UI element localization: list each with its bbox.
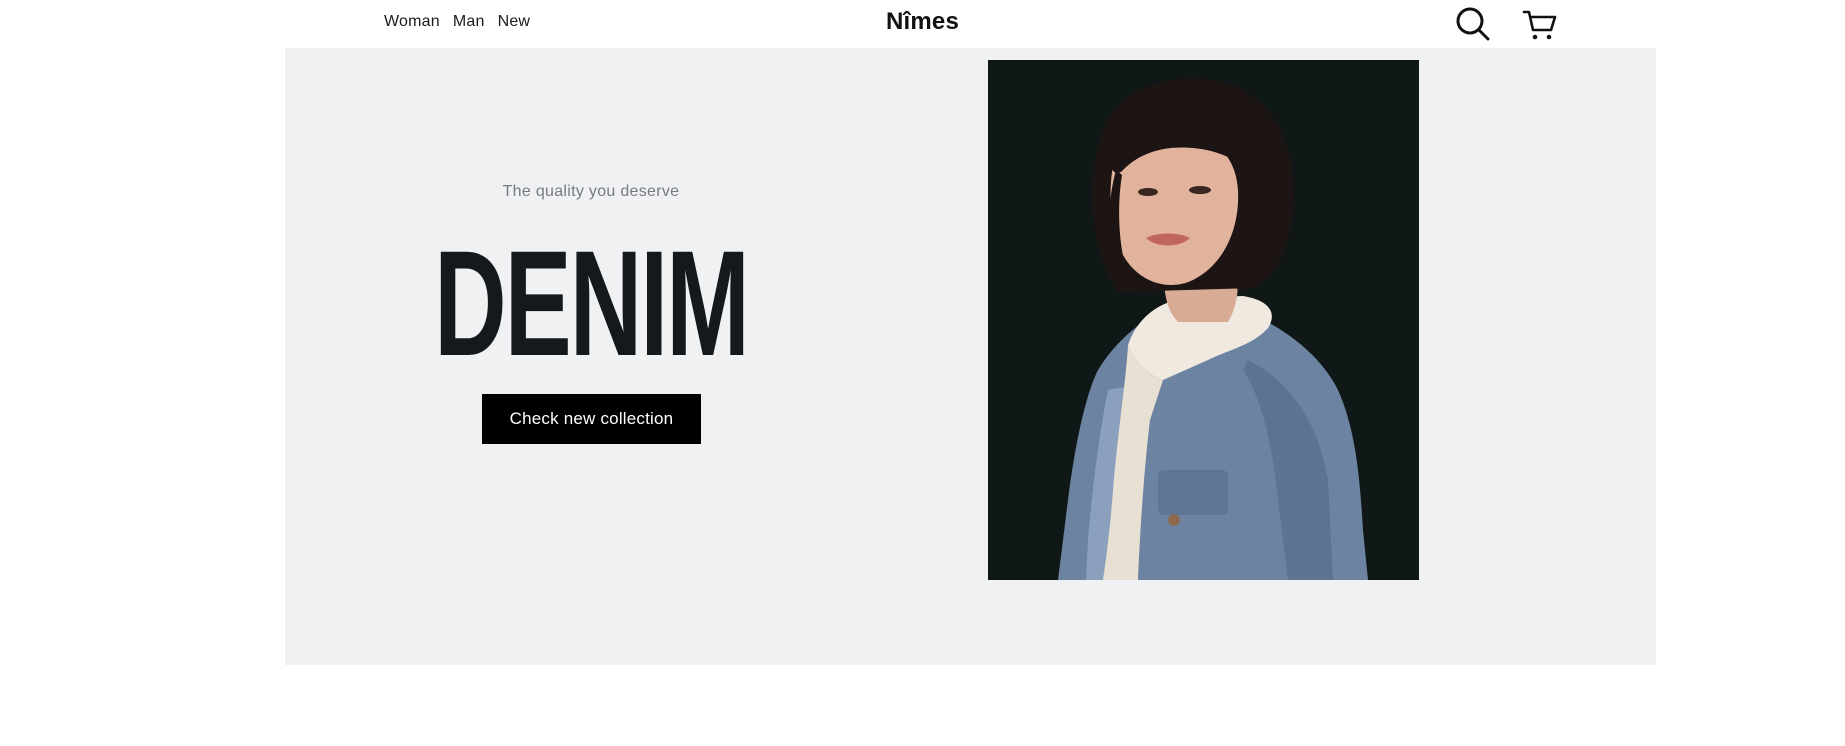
cart-icon — [1522, 10, 1557, 40]
model-image — [988, 60, 1419, 580]
hero-tagline: The quality you deserve — [502, 183, 680, 200]
hero-headline: DENIM — [434, 219, 750, 387]
search-button[interactable] — [1453, 4, 1493, 44]
hero-section: The quality you deserve DENIM Check new … — [285, 48, 1656, 665]
hero-text-block: The quality you deserve DENIM Check new … — [285, 48, 897, 665]
top-navigation-bar: Woman Man New Nîmes — [0, 0, 1845, 48]
hero-photo — [988, 60, 1419, 580]
check-new-collection-button[interactable]: Check new collection — [482, 394, 701, 444]
brand-logo[interactable]: Nîmes — [0, 8, 1845, 36]
cart-button[interactable] — [1520, 4, 1560, 44]
search-icon — [1456, 7, 1490, 41]
